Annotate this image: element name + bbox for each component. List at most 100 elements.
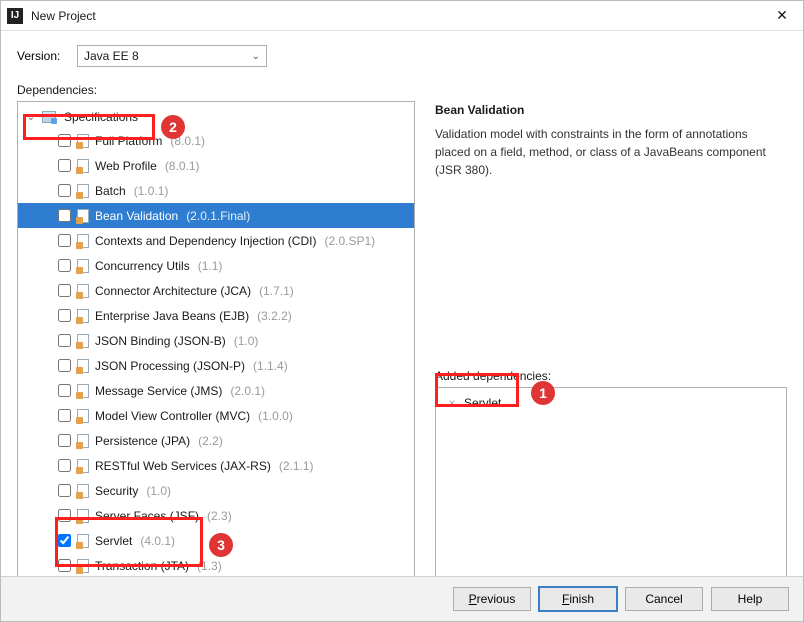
tree-item-checkbox[interactable] [58,234,71,247]
tree-item-name: Web Profile [95,159,157,173]
tree-item-checkbox[interactable] [58,384,71,397]
tree-item-name: Security [95,484,138,498]
tree-item-checkbox[interactable] [58,434,71,447]
close-button[interactable]: ✕ [767,2,797,30]
details-title: Bean Validation [435,103,787,117]
version-value: Java EE 8 [84,49,139,63]
tree-item[interactable]: Server Faces (JSF) (2.3) [18,503,414,528]
tree-item-name: JSON Processing (JSON-P) [95,359,245,373]
tree-item-checkbox[interactable] [58,409,71,422]
tree-item-checkbox[interactable] [58,509,71,522]
tree-item[interactable]: Persistence (JPA) (2.2) [18,428,414,453]
tree-item[interactable]: Transaction (JTA) (1.3) [18,553,414,578]
file-icon [77,309,89,323]
file-icon [77,384,89,398]
version-combobox[interactable]: Java EE 8 ⌄ [77,45,267,67]
tree-item[interactable]: JSON Binding (JSON-B) (1.0) [18,328,414,353]
tree-item[interactable]: Security (1.0) [18,478,414,503]
tree-item-name: Transaction (JTA) [95,559,189,573]
help-button[interactable]: Help [711,587,789,611]
folder-icon [42,111,56,123]
file-icon [77,534,89,548]
tree-item[interactable]: Servlet (4.0.1) [18,528,414,553]
tree-item-checkbox[interactable] [58,359,71,372]
tree-item[interactable]: Connector Architecture (JCA) (1.7.1) [18,278,414,303]
chevron-down-icon: ⌄ [252,51,260,62]
tree-item-version: (2.0.SP1) [324,234,375,248]
tree-item[interactable]: Enterprise Java Beans (EJB) (3.2.2) [18,303,414,328]
tree-item-checkbox[interactable] [58,159,71,172]
file-icon [77,134,89,148]
tree-item-name: Enterprise Java Beans (EJB) [95,309,249,323]
main-area: ⌄ Specifications Full Platform (8.0.1)We… [17,101,787,585]
file-icon [77,434,89,448]
tree-item-version: (1.0) [234,334,259,348]
tree-item-checkbox[interactable] [58,334,71,347]
dependencies-label: Dependencies: [17,83,787,97]
tree-item[interactable]: Batch (1.0.1) [18,178,414,203]
added-dependency-item: × Servlet [440,392,782,414]
tree-item-checkbox[interactable] [58,184,71,197]
tree-item-checkbox[interactable] [58,134,71,147]
tree-item-checkbox[interactable] [58,559,71,572]
dependencies-tree[interactable]: ⌄ Specifications Full Platform (8.0.1)We… [17,101,415,585]
finish-button[interactable]: Finish [539,587,617,611]
added-dependencies-panel: × Servlet [435,387,787,585]
tree-item[interactable]: Web Profile (8.0.1) [18,153,414,178]
tree-item-name: Message Service (JMS) [95,384,222,398]
file-icon [77,159,89,173]
tree-item-checkbox[interactable] [58,484,71,497]
file-icon [77,359,89,373]
tree-item[interactable]: RESTful Web Services (JAX-RS) (2.1.1) [18,453,414,478]
tree-item-checkbox[interactable] [58,459,71,472]
tree-item-version: (1.7.1) [259,284,294,298]
tree-item[interactable]: Full Platform (8.0.1) [18,128,414,153]
tree-item-name: RESTful Web Services (JAX-RS) [95,459,271,473]
window-title: New Project [31,9,767,23]
tree-item-checkbox[interactable] [58,259,71,272]
tree-item-version: (2.1.1) [279,459,314,473]
tree-item-checkbox[interactable] [58,534,71,547]
tree-item-checkbox[interactable] [58,284,71,297]
tree-item-name: JSON Binding (JSON-B) [95,334,226,348]
tree-item-version: (4.0.1) [140,534,175,548]
added-dependency-name: Servlet [464,396,501,410]
tree-item-version: (2.2) [198,434,223,448]
footer: Previous Finish Cancel Help [1,576,803,621]
details-text: Validation model with constraints in the… [435,125,775,179]
tree-item-version: (1.1.4) [253,359,288,373]
file-icon [77,334,89,348]
tree-item-version: (8.0.1) [165,159,200,173]
tree-item-version: (2.0.1) [230,384,265,398]
tree-item[interactable]: Contexts and Dependency Injection (CDI) … [18,228,414,253]
tree-item-name: Concurrency Utils [95,259,190,273]
file-icon [77,459,89,473]
tree-root-label: Specifications [64,110,138,124]
tree-item-name: Servlet [95,534,132,548]
tree-item[interactable]: Message Service (JMS) (2.0.1) [18,378,414,403]
file-icon [77,484,89,498]
tree-root-specifications[interactable]: ⌄ Specifications [18,108,414,128]
tree-item-version: (1.3) [197,559,222,573]
tree-item-name: Persistence (JPA) [95,434,190,448]
file-icon [77,409,89,423]
tree-item-checkbox[interactable] [58,209,71,222]
tree-item-checkbox[interactable] [58,309,71,322]
tree-item[interactable]: Concurrency Utils (1.1) [18,253,414,278]
tree-item[interactable]: JSON Processing (JSON-P) (1.1.4) [18,353,414,378]
tree-item-version: (2.0.1.Final) [186,209,250,223]
file-icon [77,559,89,573]
remove-icon[interactable]: × [446,396,458,410]
tree-item-name: Connector Architecture (JCA) [95,284,251,298]
tree-item-version: (2.3) [207,509,232,523]
tree-item-name: Server Faces (JSF) [95,509,199,523]
tree-item[interactable]: Bean Validation (2.0.1.Final) [18,203,414,228]
added-dependencies-label: Added dependencies: [435,369,787,383]
tree-item-version: (1.0) [146,484,171,498]
previous-button[interactable]: Previous [453,587,531,611]
tree-item[interactable]: Model View Controller (MVC) (1.0.0) [18,403,414,428]
cancel-button[interactable]: Cancel [625,587,703,611]
tree-item-version: (1.0.1) [134,184,169,198]
file-icon [77,284,89,298]
content-area: Version: Java EE 8 ⌄ Dependencies: ⌄ Spe… [1,31,803,585]
